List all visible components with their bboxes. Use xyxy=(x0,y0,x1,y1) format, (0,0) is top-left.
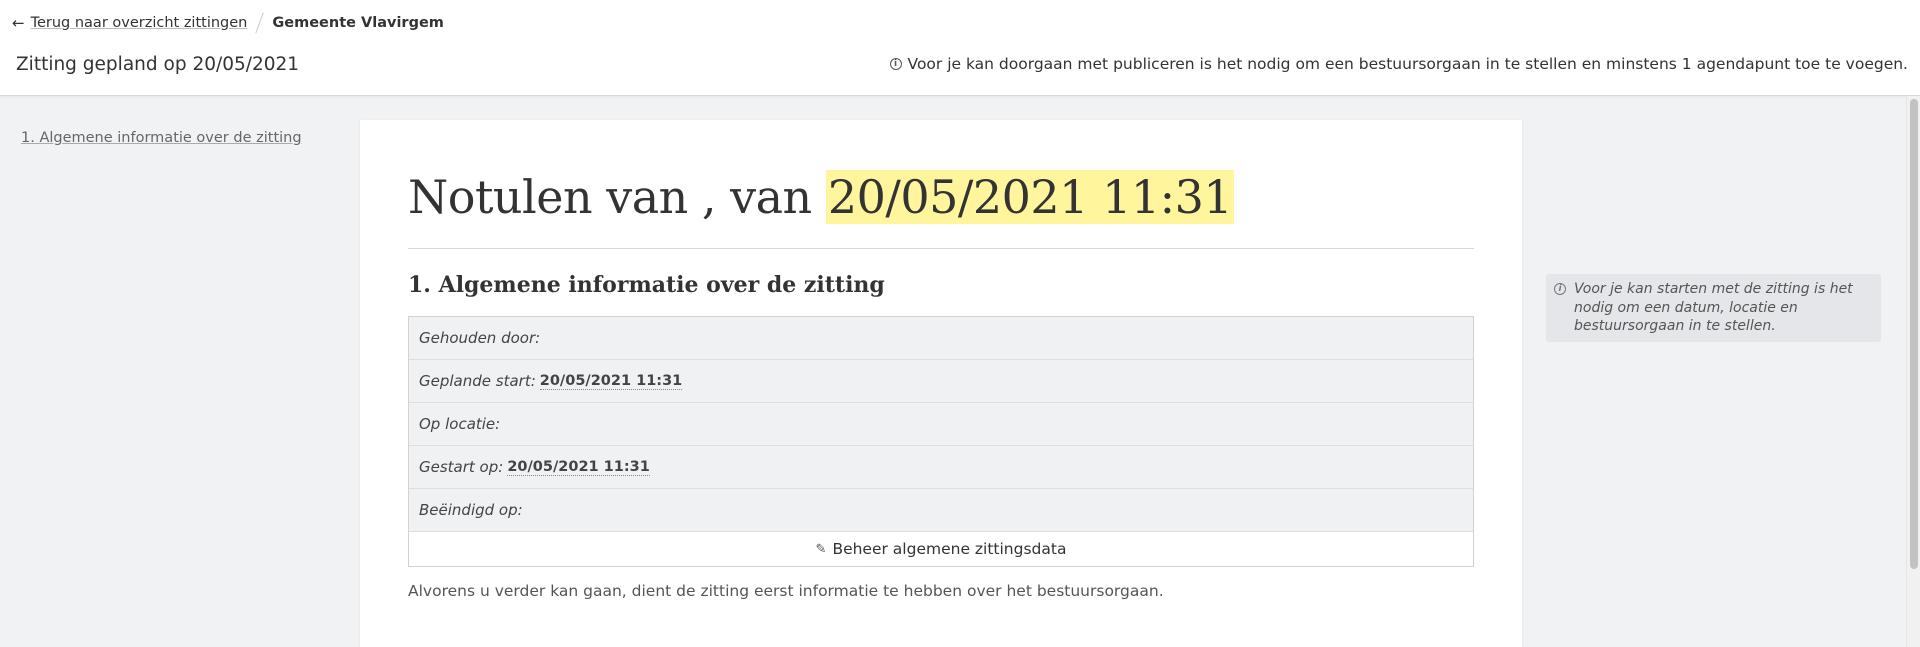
general-info-table: Gehouden door: Geplande start: 20/05/202… xyxy=(408,316,1474,567)
hint-text: Voor je kan starten met de zitting is he… xyxy=(1574,281,1853,334)
table-row-planned-start: Geplande start: 20/05/2021 11:31 xyxy=(409,360,1473,403)
pencil-icon: ✎ xyxy=(815,541,827,557)
manage-session-data-button[interactable]: ✎ Beheer algemene zittingsdata xyxy=(409,532,1473,566)
vertical-scrollbar[interactable] xyxy=(1906,96,1920,647)
manage-button-label: Beheer algemene zittingsdata xyxy=(832,540,1067,558)
info-circle-icon: i xyxy=(1554,283,1566,295)
row-label: Gestart op: xyxy=(419,458,504,476)
breadcrumb: ← Terug naar overzicht zittingen Gemeent… xyxy=(12,12,444,34)
municipality-name: Gemeente Vlavirgem xyxy=(272,15,444,31)
row-label: Op locatie: xyxy=(419,415,501,433)
document-title-prefix: Notulen van , van xyxy=(408,170,826,224)
back-link-label[interactable]: Terug naar overzicht zittingen xyxy=(31,15,248,31)
row-label: Geplande start: xyxy=(419,372,536,390)
table-row-started-at: Gestart op: 20/05/2021 11:31 xyxy=(409,446,1473,489)
table-row-ended-at: Beëindigd op: xyxy=(409,489,1473,532)
document-page: Notulen van , van 20/05/2021 11:31 1. Al… xyxy=(360,120,1522,647)
table-row-location: Op locatie: xyxy=(409,403,1473,446)
section-heading: 1. Algemene informatie over de zitting xyxy=(408,272,885,298)
row-label: Gehouden door: xyxy=(419,329,541,347)
arrow-left-icon: ← xyxy=(12,14,25,32)
breadcrumb-separator xyxy=(255,12,265,34)
body-note: Alvorens u verder kan gaan, dient de zit… xyxy=(408,582,1164,600)
row-label: Beëindigd op: xyxy=(419,501,523,519)
start-session-hint: i Voor je kan starten met de zitting is … xyxy=(1546,274,1881,342)
info-circle-icon: i xyxy=(889,58,902,70)
back-link[interactable]: ← Terug naar overzicht zittingen xyxy=(12,14,247,32)
publish-warning: i Voor je kan doorgaan met publiceren is… xyxy=(889,55,1908,73)
planned-start-value[interactable]: 20/05/2021 11:31 xyxy=(539,373,683,390)
title-divider xyxy=(408,248,1474,249)
session-title: Zitting gepland op 20/05/2021 xyxy=(16,54,300,75)
top-header: ← Terug naar overzicht zittingen Gemeent… xyxy=(0,0,1920,96)
table-of-contents: 1. Algemene informatie over de zitting xyxy=(21,130,302,146)
publish-warning-text: Voor je kan doorgaan met publiceren is h… xyxy=(907,55,1908,73)
document-title-date[interactable]: 20/05/2021 11:31 xyxy=(825,170,1235,224)
started-at-value[interactable]: 20/05/2021 11:31 xyxy=(507,459,650,476)
document-title[interactable]: Notulen van , van 20/05/2021 11:31 xyxy=(408,170,1235,224)
scrollbar-thumb[interactable] xyxy=(1910,99,1918,569)
table-row-held-by: Gehouden door: xyxy=(409,317,1473,360)
toc-item-general-info[interactable]: 1. Algemene informatie over de zitting xyxy=(21,130,302,146)
